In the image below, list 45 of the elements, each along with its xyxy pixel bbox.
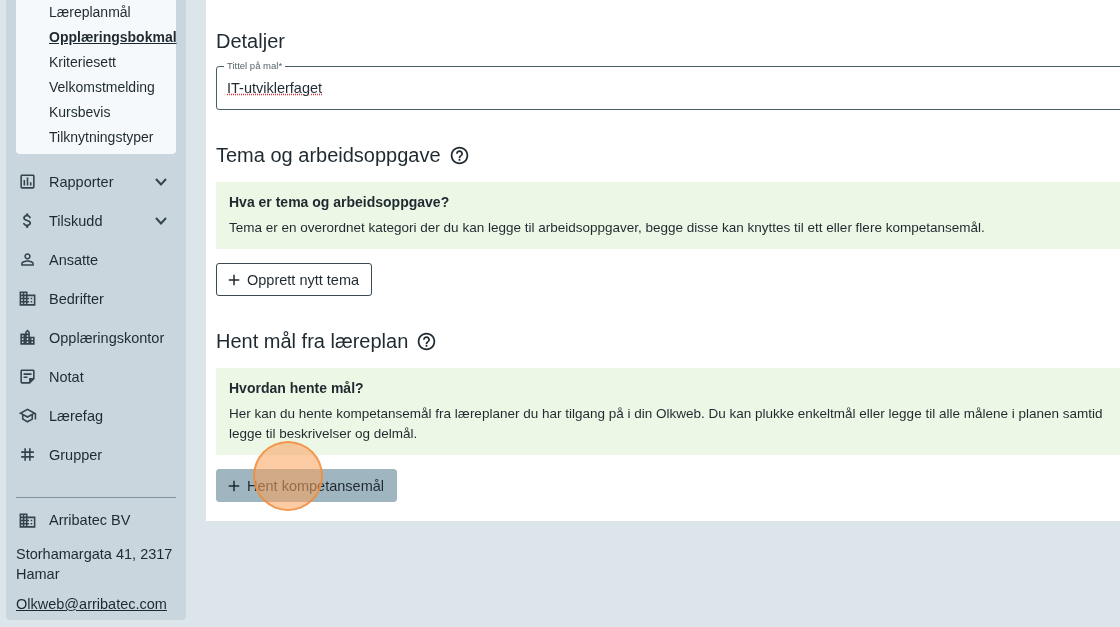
email-link[interactable]: Olkweb@arribatec.com <box>16 596 167 612</box>
nav-item[interactable]: Grupper <box>16 435 176 474</box>
nav-label: Ansatte <box>49 251 100 268</box>
section-heading: Hent mål fra læreplan <box>216 329 409 353</box>
help-icon[interactable] <box>416 330 438 352</box>
building-icon <box>18 510 37 530</box>
note-icon <box>18 367 37 386</box>
submenu-item[interactable]: Velkomstmelding <box>49 75 155 100</box>
nav-label: Notat <box>49 368 85 385</box>
submenu-item[interactable]: Tilknytningstyper <box>49 125 154 150</box>
company-name: Arribatec BV <box>49 512 131 528</box>
info-text: Her kan du hente kompetansemål fra læreplaner du har tilgang på i din Olkweb. Du kan plukke enkeltmål eller legge til alle målene i planen samtid <box>229 405 1104 423</box>
nav-item[interactable]: Notat <box>16 357 176 396</box>
field-label: Tittel på mal* <box>224 60 286 72</box>
section-heading: Tema og arbeidsoppgave <box>216 143 441 167</box>
info-title: Hva er tema og arbeidsoppgave? <box>229 194 451 210</box>
help-icon[interactable] <box>448 144 470 166</box>
nav-item[interactable]: Ansatte <box>16 240 176 279</box>
submenu-item[interactable]: Opplæringsbokmal <box>49 25 177 50</box>
nav-item[interactable]: Lærefag <box>16 396 176 435</box>
nav-item[interactable]: Opplæringskontor <box>16 318 176 357</box>
nav-label: Opplæringskontor <box>49 329 166 346</box>
graduation-cap-icon <box>18 406 37 425</box>
address-text: Storhamargata 41, 2317 Hamar <box>16 545 174 584</box>
info-text: legge til beskrivelser og delmål. <box>229 425 419 443</box>
nav-item[interactable]: Rapporter <box>16 162 176 201</box>
bar-chart-icon <box>18 172 37 191</box>
city-icon <box>18 328 37 347</box>
nav-item[interactable]: Bedrifter <box>16 279 176 318</box>
info-text: Tema er en overordnet kategori der du kan legge til arbeidsoppgaver, begge disse kan knyttes til ett eller flere kompetansemål. <box>229 219 986 237</box>
nav-label: Tilskudd <box>49 212 104 229</box>
nav-item[interactable]: Tilskudd <box>16 201 176 240</box>
nav-label: Rapporter <box>49 173 115 190</box>
section-heading: Detaljer <box>216 28 286 54</box>
person-icon <box>18 250 37 269</box>
hash-icon <box>18 445 37 464</box>
nav-label: Grupper <box>49 446 104 463</box>
building-icon <box>18 289 37 308</box>
nav-label: Bedrifter <box>49 290 105 307</box>
nav-label: Lærefag <box>49 407 104 424</box>
action-button[interactable]: Opprett nytt tema <box>216 263 373 296</box>
submenu-item[interactable]: Kursbevis <box>49 100 111 125</box>
submenu-item[interactable]: Læreplanmål <box>49 0 131 25</box>
submenu-item[interactable]: Kriteriesett <box>49 50 116 75</box>
info-title: Hvordan hente mål? <box>229 380 365 396</box>
